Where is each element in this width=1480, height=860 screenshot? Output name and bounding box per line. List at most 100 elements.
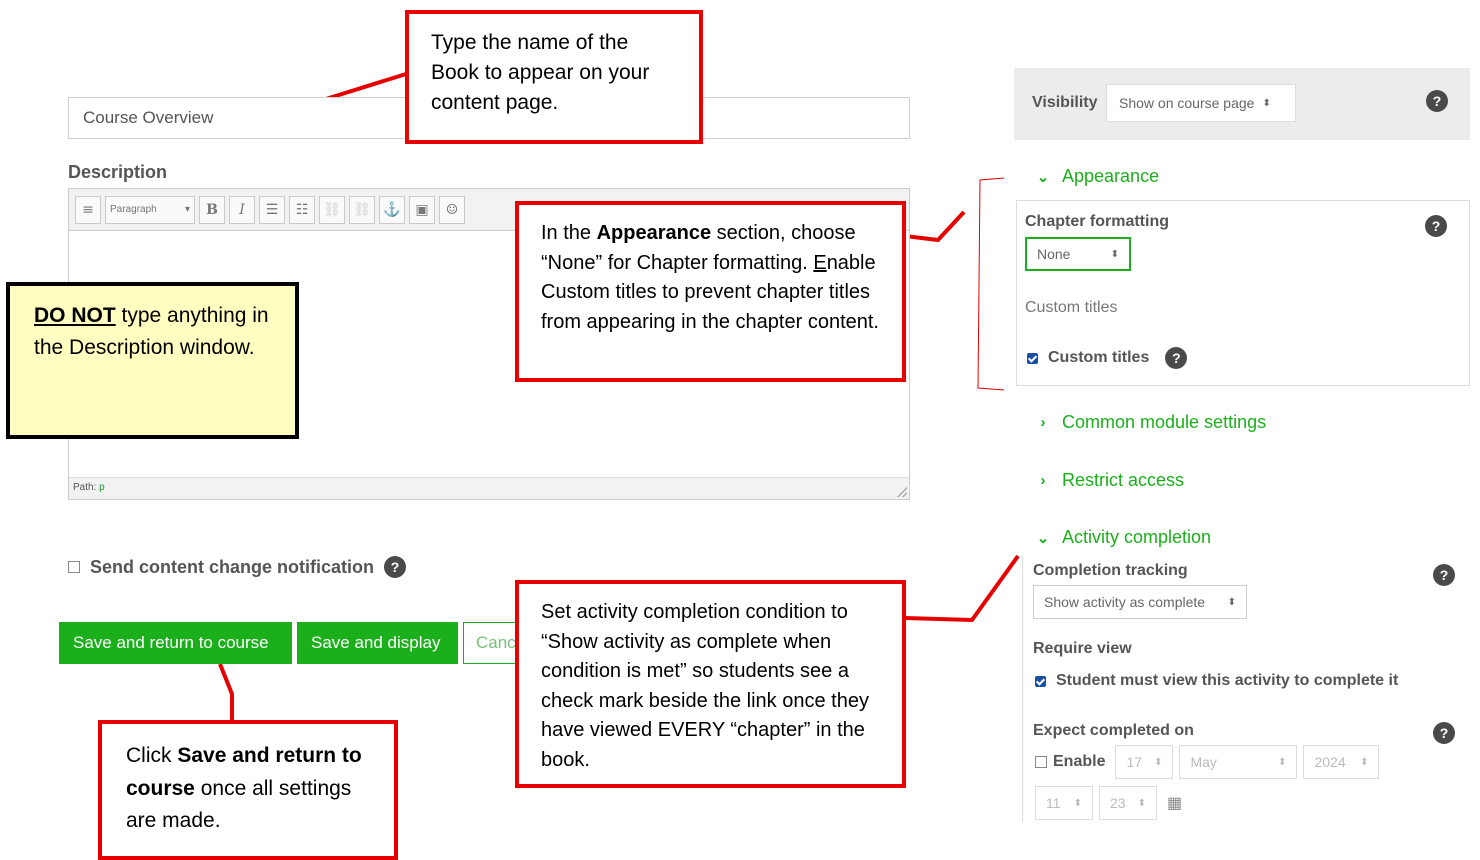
custom-titles-checkbox[interactable] [1027, 352, 1038, 364]
expect-completed-label: Expect completed on [1033, 722, 1194, 739]
unordered-list-icon[interactable]: ☰ [259, 195, 285, 224]
visibility-value: Show on course page [1119, 95, 1255, 111]
connector-completion [904, 554, 1020, 623]
day-value: 17 [1126, 754, 1143, 770]
activity-completion-label: Activity completion [1062, 527, 1212, 547]
activity-completion-header[interactable]: ⌄ Activity completion [1036, 527, 1211, 548]
enable-checkbox[interactable] [1035, 756, 1047, 768]
help-icon[interactable]: ? [1433, 564, 1455, 586]
help-icon[interactable]: ? [384, 556, 407, 578]
paragraph-select-label: Paragraph [110, 204, 157, 215]
resize-handle[interactable] [897, 487, 907, 497]
completion-tracking-value: Show activity as complete [1044, 594, 1206, 610]
hour-select[interactable]: 11 ⬍ [1035, 786, 1093, 820]
callout-name: Type the name of the Book to appear on y… [405, 10, 703, 144]
notify-checkbox[interactable] [68, 561, 80, 573]
path-label: Path: [73, 482, 97, 493]
year-select[interactable]: 2024 ⬍ [1303, 745, 1380, 779]
chevron-down-icon: ⌄ [1036, 168, 1050, 186]
callout-appearance-pre: In the [541, 222, 597, 244]
enable-label: Enable [1053, 753, 1106, 770]
help-icon[interactable]: ? [1433, 722, 1455, 744]
hour-value: 11 [1046, 795, 1061, 811]
appearance-section: Chapter formatting ? None ⬍ Custom title… [1016, 200, 1470, 386]
month-select[interactable]: May ⬍ [1179, 745, 1298, 779]
description-label: Description [68, 162, 168, 182]
require-view-checkbox-label: Student must view this activity to compl… [1056, 672, 1399, 689]
custom-titles-checkbox-label: Custom titles [1048, 349, 1150, 366]
restrict-access-label: Restrict access [1062, 470, 1185, 490]
path-value[interactable]: p [99, 482, 105, 493]
visibility-select[interactable]: Show on course page ⬍ [1106, 84, 1296, 122]
anchor-icon[interactable]: ⚓ [379, 195, 405, 224]
select-arrows-icon: ⬍ [1262, 97, 1271, 109]
appearance-bracket [977, 177, 1005, 391]
toolbar-toggle-icon[interactable]: ≡ [75, 195, 101, 224]
connector-save [218, 663, 234, 722]
require-view-checkbox[interactable] [1035, 675, 1046, 687]
expect-time-row: 11 ⬍ 23 ⬍ ▦ [1035, 786, 1182, 820]
require-view-label: Require view [1033, 640, 1132, 657]
restrict-access-header[interactable]: › Restrict access [1036, 470, 1185, 491]
help-icon[interactable]: ? [1426, 90, 1448, 112]
chapter-formatting-value: None [1037, 246, 1071, 262]
callout-name-text: Type the name of the Book to appear on y… [431, 31, 650, 114]
editor-path-bar: Path: p [69, 477, 909, 499]
callout-appearance: In the Appearance section, choose “None”… [515, 201, 906, 382]
connector-appearance [904, 210, 966, 243]
appearance-header-label: Appearance [1062, 166, 1160, 186]
image-icon[interactable]: ▣ [409, 195, 435, 224]
year-value: 2024 [1314, 754, 1346, 770]
completion-tracking-select[interactable]: Show activity as complete ⬍ [1033, 585, 1247, 619]
completion-tracking-label: Completion tracking [1033, 562, 1188, 579]
callout-completion-text: Set activity completion condition to “Sh… [541, 601, 869, 771]
select-arrows-icon: ⬍ [1073, 797, 1082, 809]
common-module-label: Common module settings [1062, 412, 1267, 432]
callout-appearance-underlined: E [813, 251, 827, 274]
visibility-panel: Visibility Show on course page ⬍ ? [1014, 68, 1470, 140]
visibility-label: Visibility [1032, 94, 1098, 111]
link-icon[interactable]: ⛓ [319, 195, 345, 224]
unlink-icon[interactable]: ⛓ [349, 195, 375, 224]
minute-value: 23 [1110, 795, 1126, 811]
callout-description-bold: DO NOT [34, 304, 116, 327]
select-arrows-icon: ⬍ [1278, 756, 1287, 768]
callout-appearance-bold: Appearance [596, 222, 712, 244]
chapter-formatting-label: Chapter formatting [1025, 213, 1169, 230]
minute-select[interactable]: 23 ⬍ [1099, 786, 1157, 820]
save-display-button[interactable]: Save and display [297, 622, 458, 664]
chevron-down-icon: ⌄ [1036, 529, 1050, 547]
ordered-list-icon[interactable]: ☷ [289, 195, 315, 224]
bold-button[interactable]: B [199, 195, 225, 224]
help-icon[interactable]: ? [1425, 215, 1447, 237]
notify-row: Send content change notification ? [68, 556, 407, 578]
select-arrows-icon: ⬍ [1110, 248, 1119, 260]
chapter-formatting-select[interactable]: None ⬍ [1025, 237, 1131, 271]
day-select[interactable]: 17 ⬍ [1115, 745, 1174, 779]
paragraph-select[interactable]: Paragraph ▾ [105, 195, 195, 224]
activity-completion-section: Completion tracking ? Show activity as c… [1022, 556, 1470, 822]
notify-label: Send content change notification [90, 556, 375, 577]
callout-save: Click Save and return to course once all… [98, 720, 398, 860]
help-icon[interactable]: ? [1165, 347, 1188, 369]
select-arrows-icon: ⬍ [1360, 756, 1369, 768]
chevron-right-icon: › [1040, 414, 1046, 431]
chevron-down-icon: ▾ [184, 204, 190, 215]
appearance-header[interactable]: ⌄ Appearance [1036, 166, 1159, 187]
callout-completion: Set activity completion condition to “Sh… [515, 580, 906, 788]
italic-button[interactable]: I [229, 195, 255, 224]
select-arrows-icon: ⬍ [1137, 797, 1146, 809]
common-module-header[interactable]: › Common module settings [1036, 412, 1267, 433]
require-view-row: Student must view this activity to compl… [1035, 672, 1398, 690]
month-value: May [1190, 754, 1217, 770]
custom-titles-label: Custom titles [1025, 299, 1118, 316]
save-return-button[interactable]: Save and return to course [59, 622, 292, 664]
calendar-icon[interactable]: ▦ [1167, 793, 1182, 813]
emoticon-icon[interactable]: ☺ [439, 195, 465, 224]
callout-save-pre: Click [126, 744, 178, 767]
select-arrows-icon: ⬍ [1227, 596, 1236, 608]
expect-date-row: Enable 17 ⬍ May ⬍ 2024 ⬍ [1035, 745, 1380, 779]
custom-titles-row: Custom titles ? [1027, 347, 1188, 369]
cancel-button[interactable]: Cancel [463, 622, 523, 664]
callout-description: DO NOT type anything in the Description … [6, 282, 299, 439]
